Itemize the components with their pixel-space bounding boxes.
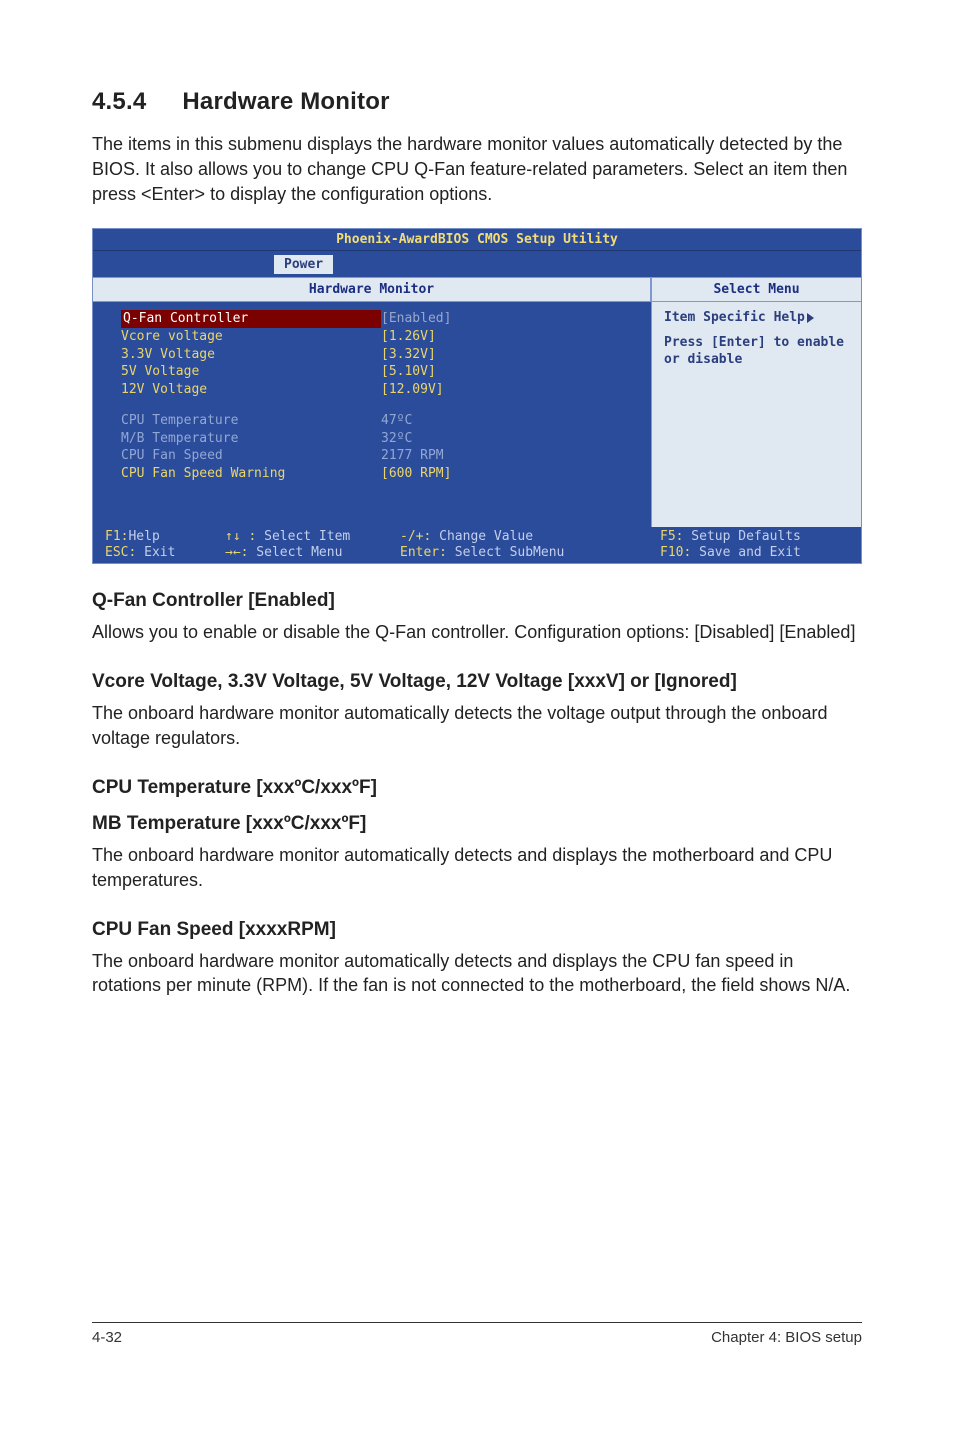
f1-label: F1: [105, 529, 128, 544]
f10-label: F10: [660, 545, 691, 560]
label: CPU Fan Speed Warning [121, 465, 381, 483]
para-qfan: Allows you to enable or disable the Q-Fa… [92, 620, 862, 645]
value: [Enabled] [381, 310, 451, 328]
bios-screenshot: Phoenix-AwardBIOS CMOS Setup Utility Pow… [92, 228, 862, 564]
para-fan: The onboard hardware monitor automatical… [92, 949, 862, 999]
spacer [121, 398, 641, 412]
value: [3.32V] [381, 346, 436, 364]
f10-text: Save and Exit [691, 545, 801, 560]
bios-columns: Q-Fan Controller [Enabled] Vcore voltage… [93, 302, 861, 527]
page-number: 4-32 [92, 1329, 122, 1346]
page: 4.5.4 Hardware Monitor The items in this … [0, 0, 954, 1398]
value: 32ºC [381, 430, 412, 448]
chapter-label: Chapter 4: BIOS setup [711, 1329, 862, 1346]
heading-voltage: Vcore Voltage, 3.3V Voltage, 5V Voltage,… [92, 671, 862, 693]
row-5v[interactable]: 5V Voltage [5.10V] [121, 363, 641, 381]
bios-footer-row1: F1:Help ↑↓ : Select Item -/+: Change Val… [93, 527, 861, 545]
tabbar-spacer [93, 254, 273, 274]
section-number: 4.5.4 [92, 88, 146, 116]
heading-mb-temp: MB Temperature [xxxºC/xxxºF] [92, 813, 862, 835]
updown-label: ↑↓ : [225, 529, 256, 544]
bios-help-panel: Item Specific Help Press [Enter] to enab… [651, 302, 861, 527]
help-title: Item Specific Help [664, 310, 805, 325]
chevron-right-icon [807, 313, 814, 323]
value: 47ºC [381, 412, 412, 430]
updown-text: Select Item [256, 529, 350, 544]
bios-subheaders: Hardware Monitor Select Menu [93, 277, 861, 302]
help-title-row: Item Specific Help [664, 310, 849, 325]
label: CPU Temperature [121, 412, 381, 430]
f5-label: F5: [660, 529, 683, 544]
row-mb-temp[interactable]: M/B Temperature 32ºC [121, 430, 641, 448]
label: Q-Fan Controller [121, 310, 381, 328]
esc-label: ESC: [105, 545, 136, 560]
label: M/B Temperature [121, 430, 381, 448]
label: 12V Voltage [121, 381, 381, 399]
section-heading: 4.5.4 Hardware Monitor [92, 88, 862, 116]
label: CPU Fan Speed [121, 447, 381, 465]
value: [600 RPM] [381, 465, 451, 483]
heading-qfan: Q-Fan Controller [Enabled] [92, 590, 862, 612]
row-3v3[interactable]: 3.3V Voltage [3.32V] [121, 346, 641, 364]
row-cpu-temp[interactable]: CPU Temperature 47ºC [121, 412, 641, 430]
f5-text: Setup Defaults [683, 529, 800, 544]
help-body: Press [Enter] to enable or disable [664, 335, 849, 369]
tab-power[interactable]: Power [273, 254, 334, 274]
hw-monitor-header: Hardware Monitor [93, 277, 651, 302]
heading-cpu-temp: CPU Temperature [xxxºC/xxxºF] [92, 777, 862, 799]
select-menu-header: Select Menu [651, 277, 861, 302]
enter-label: Enter: [400, 545, 447, 560]
value: 2177 RPM [381, 447, 444, 465]
row-qfan-controller[interactable]: Q-Fan Controller [Enabled] [121, 310, 641, 328]
bios-footer-row2: ESC: Exit →←: Select Menu Enter: Select … [93, 545, 861, 563]
bios-titlebar: Phoenix-AwardBIOS CMOS Setup Utility [93, 229, 861, 251]
row-cpu-fan[interactable]: CPU Fan Speed 2177 RPM [121, 447, 641, 465]
para-temp: The onboard hardware monitor automatical… [92, 843, 862, 893]
bios-settings-list: Q-Fan Controller [Enabled] Vcore voltage… [93, 302, 651, 527]
value: [1.26V] [381, 328, 436, 346]
bios-tabbar: Power [93, 251, 861, 277]
label: 3.3V Voltage [121, 346, 381, 364]
enter-text: Select SubMenu [447, 545, 564, 560]
f1-text: Help [128, 529, 159, 544]
heading-fan-speed: CPU Fan Speed [xxxxRPM] [92, 919, 862, 941]
value: [12.09V] [381, 381, 444, 399]
label: 5V Voltage [121, 363, 381, 381]
row-vcore[interactable]: Vcore voltage [1.26V] [121, 328, 641, 346]
esc-text: Exit [136, 545, 175, 560]
section-title-text: Hardware Monitor [182, 88, 389, 115]
pm-text: Change Value [431, 529, 533, 544]
label: Vcore voltage [121, 328, 381, 346]
lr-text: Select Menu [248, 545, 342, 560]
page-footer: 4-32 Chapter 4: BIOS setup [92, 1322, 862, 1346]
intro-paragraph: The items in this submenu displays the h… [92, 132, 862, 206]
para-voltage: The onboard hardware monitor automatical… [92, 701, 862, 751]
value: [5.10V] [381, 363, 436, 381]
row-12v[interactable]: 12V Voltage [12.09V] [121, 381, 641, 399]
pm-label: -/+: [400, 529, 431, 544]
lr-label: →←: [225, 545, 248, 560]
row-cpu-fan-warning[interactable]: CPU Fan Speed Warning [600 RPM] [121, 465, 641, 483]
